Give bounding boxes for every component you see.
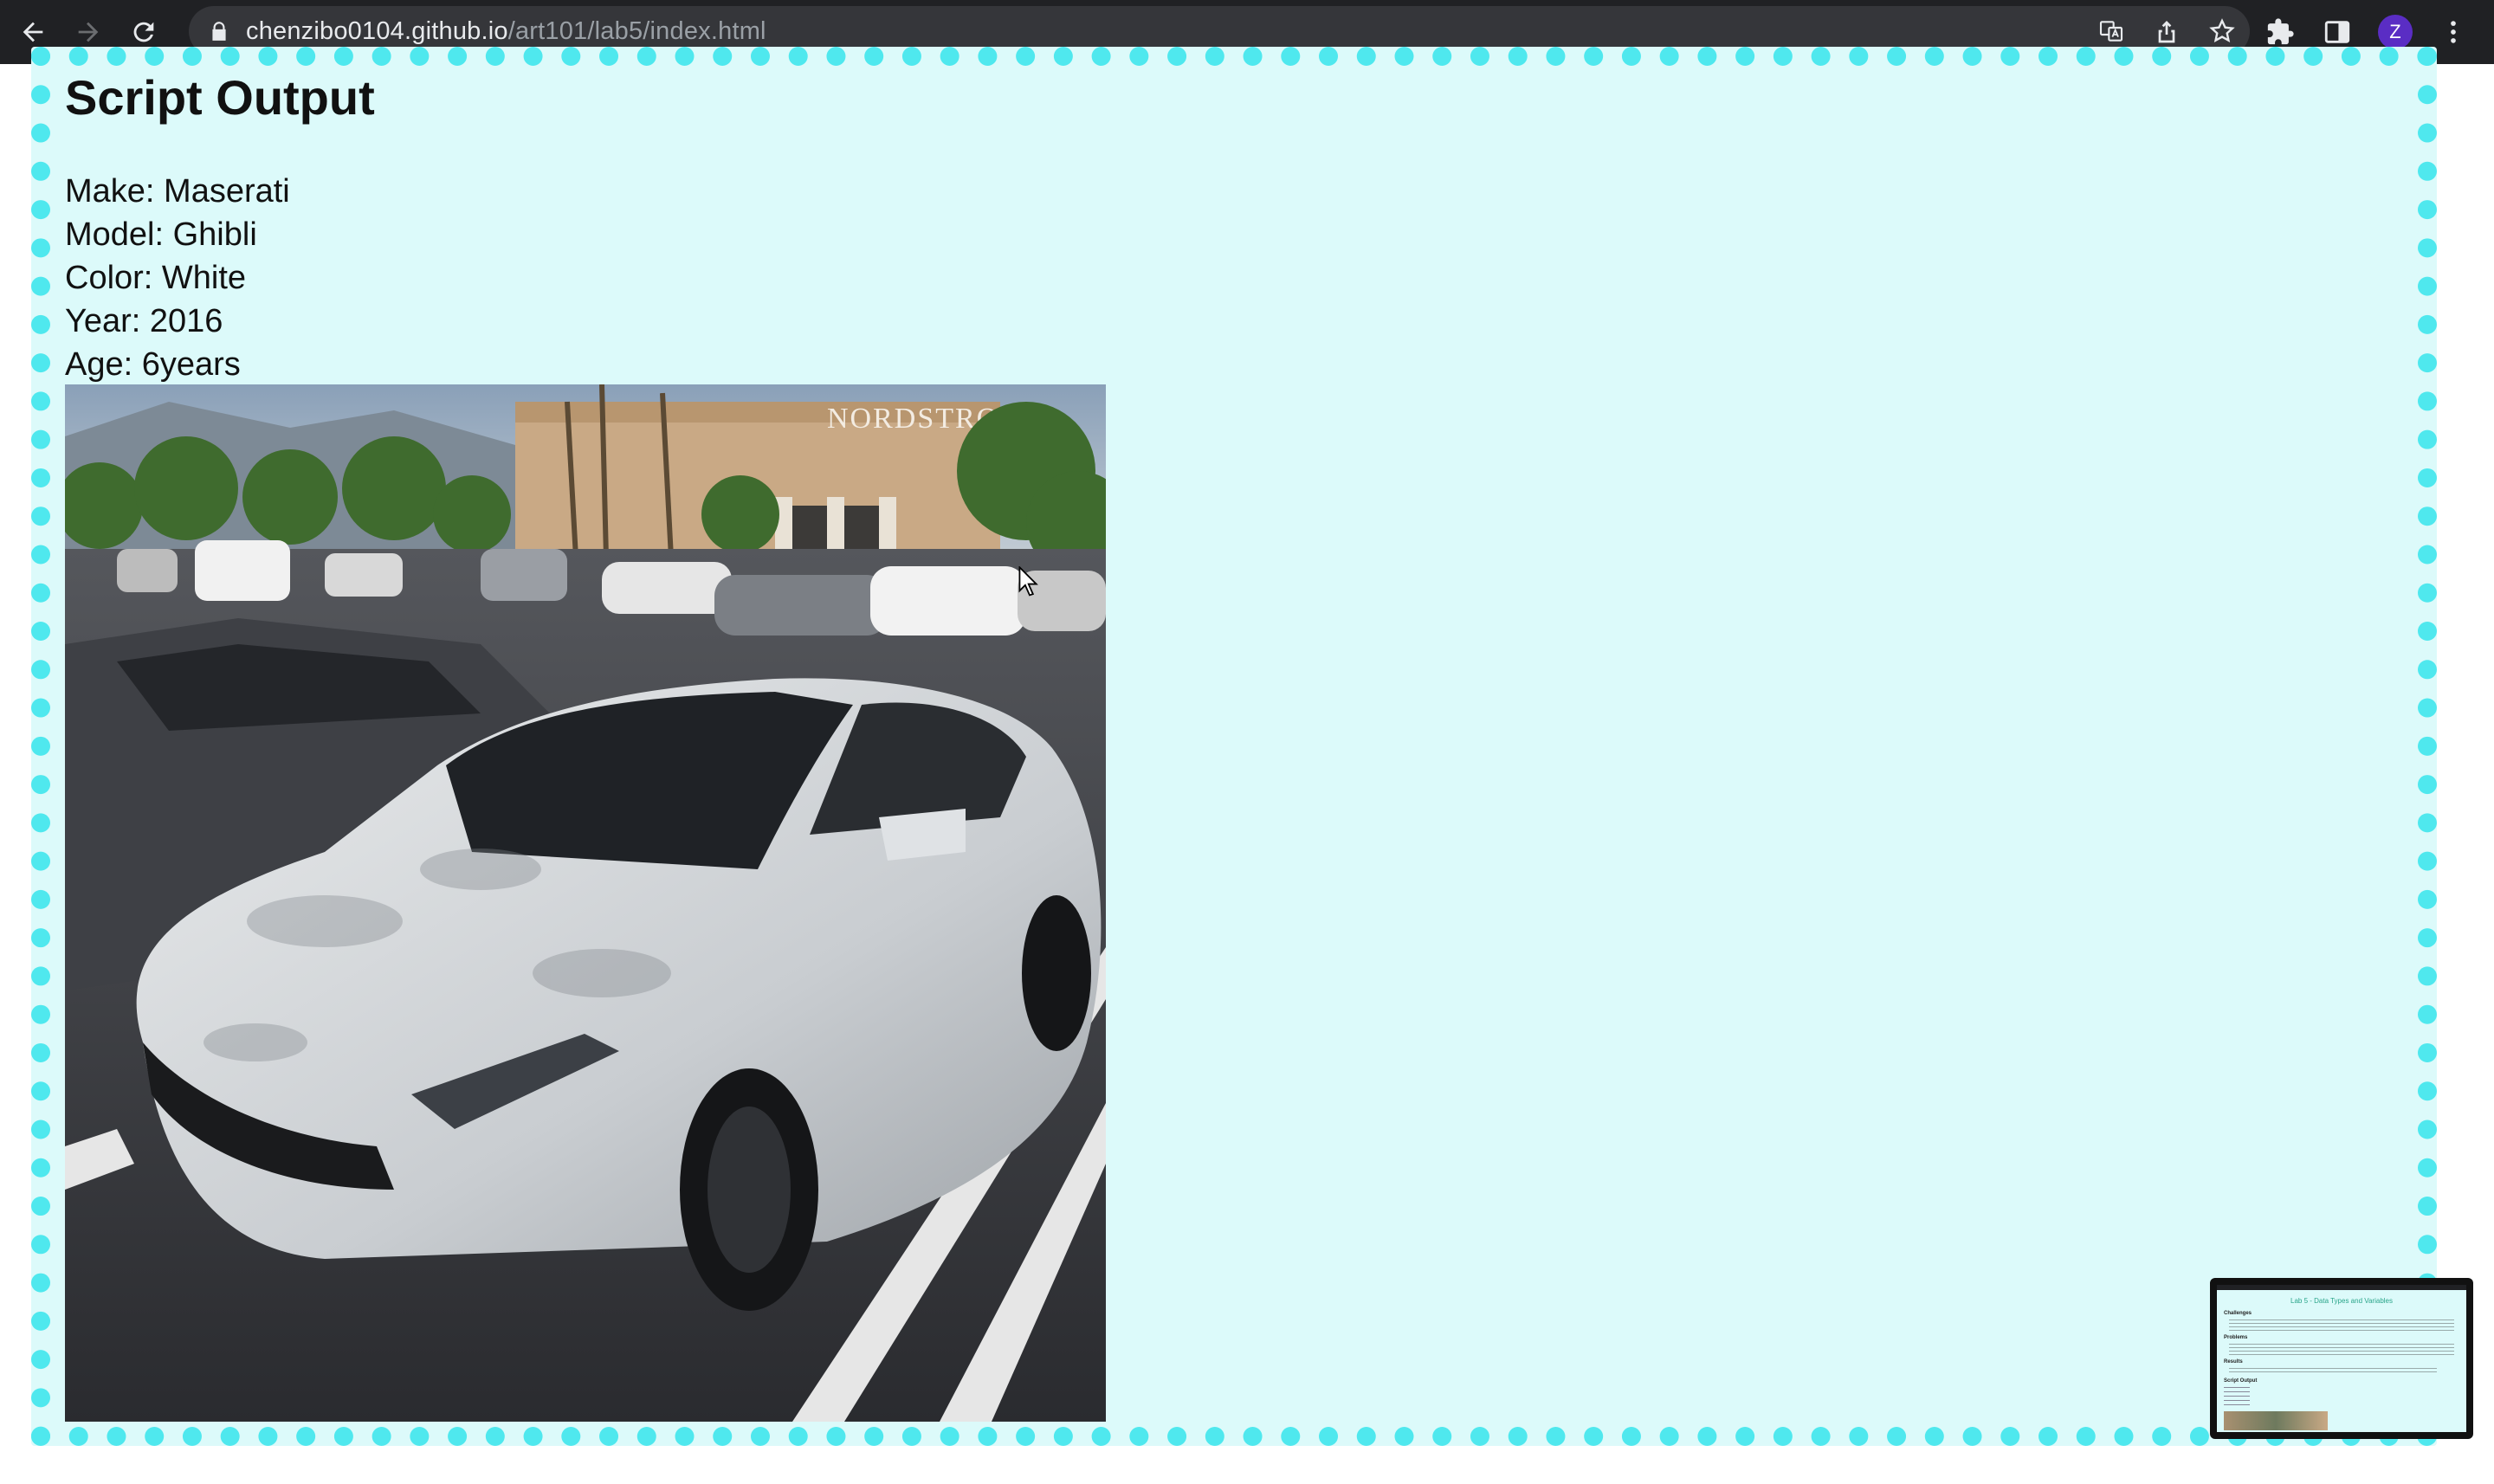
thumbnail-chrome xyxy=(2217,1285,2466,1290)
thumbnail-section-challenges: Challenges xyxy=(2224,1311,2252,1316)
screenshot-preview-thumbnail[interactable]: Lab 5 - Data Types and Variables Challen… xyxy=(2210,1278,2473,1439)
star-icon xyxy=(2209,18,2235,42)
thumbnail-text-block xyxy=(2224,1387,2250,1408)
page-title: Script Output xyxy=(65,70,375,125)
info-model: Model: Ghibli xyxy=(65,216,257,253)
lock-icon[interactable] xyxy=(208,20,230,42)
info-make: Make: Maserati xyxy=(65,173,290,210)
extensions-button[interactable] xyxy=(2264,16,2297,48)
info-year: Year: 2016 xyxy=(65,303,223,339)
kebab-menu-icon xyxy=(2451,21,2456,43)
translate-button[interactable] xyxy=(2096,16,2127,47)
bookmark-button[interactable] xyxy=(2206,16,2238,47)
translate-icon xyxy=(2099,21,2123,42)
thumbnail-title: Lab 5 - Data Types and Variables xyxy=(2290,1297,2393,1305)
thumbnail-content: Lab 5 - Data Types and Variables Challen… xyxy=(2217,1285,2466,1432)
url-domain: chenzibo0104.github.io xyxy=(246,16,508,45)
thumbnail-section-results: Results xyxy=(2224,1359,2243,1365)
car-photo: NORDSTROM xyxy=(65,384,1106,1422)
url-text[interactable]: chenzibo0104.github.io/art101/lab5/index… xyxy=(246,17,766,46)
car-info: Make: Maserati Model: Ghibli Color: Whit… xyxy=(65,170,290,386)
thumbnail-section-output: Script Output xyxy=(2224,1378,2258,1384)
thumbnail-photo xyxy=(2224,1411,2328,1430)
menu-button[interactable] xyxy=(2437,16,2470,48)
url-path: /art101/lab5/index.html xyxy=(507,16,766,45)
thumbnail-text-block xyxy=(2229,1344,2454,1356)
puzzle-icon xyxy=(2267,18,2294,45)
info-age: Age: 6years xyxy=(65,346,241,383)
share-button[interactable] xyxy=(2151,16,2182,47)
reload-icon xyxy=(133,22,154,42)
page-viewport: Script Output Make: Maserati Model: Ghib… xyxy=(0,47,2494,1484)
thumbnail-text-block xyxy=(2229,1368,2437,1373)
thumbnail-text-block xyxy=(2229,1319,2454,1332)
car-photo-illustration: NORDSTROM xyxy=(65,384,1106,1422)
thumbnail-section-problems: Problems xyxy=(2224,1335,2248,1340)
side-panel-button[interactable] xyxy=(2321,16,2354,48)
arrow-left-icon xyxy=(23,22,43,42)
info-color: Color: White xyxy=(65,260,247,296)
profile-avatar[interactable]: Z xyxy=(2378,15,2413,49)
mouse-cursor-icon xyxy=(1018,566,1038,597)
share-icon xyxy=(2158,21,2175,43)
side-panel-icon xyxy=(2324,21,2350,43)
arrow-right-icon xyxy=(78,22,99,42)
